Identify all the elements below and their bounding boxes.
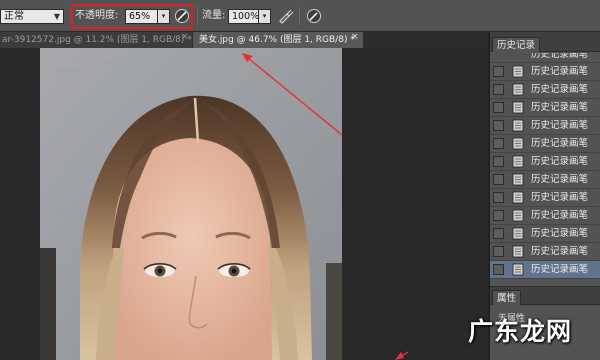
snapshot-checkbox[interactable] xyxy=(493,138,504,149)
tab-properties[interactable]: 属性 xyxy=(492,290,522,305)
snapshot-checkbox[interactable] xyxy=(493,228,504,239)
document-icon xyxy=(512,245,524,258)
document-icon xyxy=(512,83,524,96)
snapshot-checkbox[interactable] xyxy=(493,264,504,275)
list-item-selected[interactable]: 历史记录画笔 xyxy=(490,261,600,279)
document-icon xyxy=(512,227,524,240)
snapshot-checkbox[interactable] xyxy=(493,84,504,95)
list-item[interactable]: 历史记录画笔 xyxy=(490,189,600,207)
list-item[interactable]: 历史记录画笔 xyxy=(490,243,600,261)
list-item[interactable]: 历史记录画笔 xyxy=(490,63,600,81)
document-icon xyxy=(512,263,524,276)
chevron-down-icon: ▼ xyxy=(53,12,60,21)
blend-mode-select[interactable]: 正常 ▼ xyxy=(0,9,64,24)
airbrush-icon[interactable] xyxy=(278,8,294,24)
list-item[interactable]: 历史记录画笔 xyxy=(490,81,600,99)
document-tab-active[interactable]: 美女.jpg @ 46.7% (图层 1, RGB/8) * xyxy=(193,32,363,48)
document-icon xyxy=(512,137,524,150)
list-item[interactable]: 历史记录画笔 xyxy=(490,153,600,171)
history-item-label: 历史记录画笔 xyxy=(531,102,589,113)
flow-dropdown-button[interactable]: ▾ xyxy=(258,9,271,24)
tab-history[interactable]: 历史记录 xyxy=(492,37,541,52)
document-icon xyxy=(512,191,524,204)
opacity-field[interactable]: 65% xyxy=(125,9,158,24)
pressure-opacity-icon[interactable] xyxy=(174,8,190,24)
close-icon[interactable]: × xyxy=(351,32,359,42)
options-bar: 正常 ▼ 不透明度: 65% ▾ 流量: 100% ▾ xyxy=(0,0,600,32)
snapshot-checkbox[interactable] xyxy=(493,192,504,203)
opacity-highlight-box: 不透明度: 65% ▾ xyxy=(71,4,193,29)
watermark-text: 广东龙网 xyxy=(468,317,573,346)
list-item[interactable]: 历史记录画笔 xyxy=(490,135,600,153)
history-item-label: 历史记录画笔 xyxy=(531,174,589,185)
history-item-label: 历史记录画笔 xyxy=(531,120,589,131)
history-item-label: 历史记录画笔 xyxy=(531,192,589,203)
canvas-area[interactable] xyxy=(0,48,488,360)
list-item[interactable]: 历史记录画笔 xyxy=(490,117,600,135)
document-tab-bar: ar-3912572.jpg @ 11.2% (图层 1, RGB/8) * ×… xyxy=(0,32,488,48)
history-item-label: 历史记录画笔 xyxy=(531,264,589,275)
list-item[interactable]: 历史记录画笔 xyxy=(490,171,600,189)
history-item-label: 历史记录画笔 xyxy=(531,66,589,77)
portrait-photo xyxy=(40,48,342,360)
document-tab-title: 美女.jpg @ 46.7% (图层 1, RGB/8) * xyxy=(199,35,355,45)
history-item-label: 历史记录画笔 xyxy=(531,138,589,149)
snapshot-checkbox[interactable] xyxy=(493,120,504,131)
list-item[interactable]: 历史记录画笔 xyxy=(490,99,600,117)
document-icon xyxy=(512,101,524,114)
toolbar-divider xyxy=(299,7,300,25)
snapshot-checkbox[interactable] xyxy=(493,174,504,185)
history-list[interactable]: 历史记录画笔 历史记录画笔 历史记录画笔 历史记录画笔 历史记录画笔 历史记录画… xyxy=(490,53,600,286)
history-panel: 历史记录 历史记录画笔 历史记录画笔 历史记录画笔 历史记录画笔 历史记录画笔 xyxy=(490,32,600,286)
list-item[interactable]: 历史记录画笔 xyxy=(490,207,600,225)
opacity-dropdown-button[interactable]: ▾ xyxy=(157,9,170,24)
list-item[interactable]: 历史记录画笔 xyxy=(490,225,600,243)
document-icon xyxy=(512,209,524,222)
blend-mode-value: 正常 xyxy=(4,11,24,22)
snapshot-checkbox[interactable] xyxy=(493,246,504,257)
snapshot-checkbox[interactable] xyxy=(493,156,504,167)
flow-label: 流量: xyxy=(202,10,226,21)
snapshot-checkbox[interactable] xyxy=(493,210,504,221)
pressure-size-icon[interactable] xyxy=(306,8,322,24)
document-tab-inactive[interactable]: ar-3912572.jpg @ 11.2% (图层 1, RGB/8) * xyxy=(0,32,192,48)
document-tab-title: ar-3912572.jpg @ 11.2% (图层 1, RGB/8) * xyxy=(2,35,192,45)
history-item-label: 历史记录画笔 xyxy=(531,246,589,257)
toolbar-divider xyxy=(197,7,198,25)
snapshot-checkbox[interactable] xyxy=(493,102,504,113)
history-panel-header: 历史记录 xyxy=(490,32,600,52)
history-item-label: 历史记录画笔 xyxy=(531,156,589,167)
history-item-label: 历史记录画笔 xyxy=(531,210,589,221)
document-icon xyxy=(512,173,524,186)
document-icon xyxy=(512,155,524,168)
history-item-label: 历史记录画笔 xyxy=(531,228,589,239)
list-item[interactable]: 历史记录画笔 xyxy=(490,53,600,63)
close-icon[interactable]: × xyxy=(181,32,189,42)
flow-field[interactable]: 100% xyxy=(228,9,259,24)
history-item-label: 历史记录画笔 xyxy=(531,84,589,95)
opacity-label: 不透明度: xyxy=(75,10,119,21)
document-icon xyxy=(512,119,524,132)
document-icon xyxy=(512,65,524,78)
snapshot-checkbox[interactable] xyxy=(493,66,504,77)
history-item-label: 历史记录画笔 xyxy=(531,53,589,60)
properties-panel-header: 属性 xyxy=(490,287,600,305)
